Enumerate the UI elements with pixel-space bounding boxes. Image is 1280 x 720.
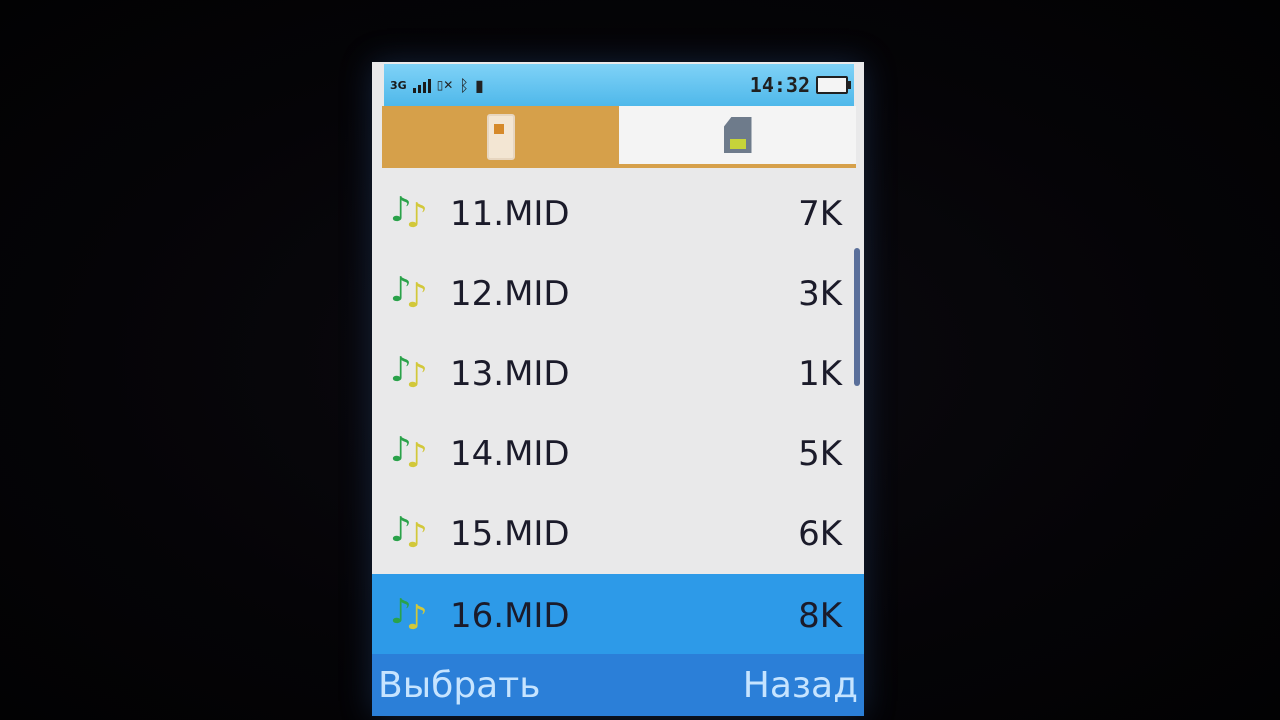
file-name: 13.MID: [450, 354, 570, 394]
file-name: 11.MID: [450, 194, 570, 234]
music-note-icon: ♪ ♪: [390, 510, 428, 556]
tab-memory-card[interactable]: [619, 106, 856, 168]
music-note-icon: ♪ ♪: [390, 350, 428, 396]
music-note-icon: ♪ ♪: [390, 430, 428, 476]
list-item[interactable]: ♪ ♪ 12.MID 3K: [372, 254, 864, 334]
sd-card-icon: [723, 117, 752, 153]
music-note-icon: ♪ ♪: [390, 592, 428, 638]
clock: 14:32: [749, 73, 810, 97]
scrollbar[interactable]: [854, 248, 860, 386]
softkey-bar: Выбрать Назад: [372, 654, 864, 716]
file-size: 8K: [798, 596, 842, 636]
list-item[interactable]: ♪ ♪ 15.MID 6K: [372, 494, 864, 574]
bluetooth-icon: ᛒ: [459, 75, 469, 95]
music-note-icon: ♪ ♪: [390, 190, 428, 236]
phone-screen: 3G ▯✕ ᛒ ▮ 14:32 ♪♪ 11.MID 7K ♪♪ 12.MID: [372, 62, 864, 716]
phone-icon: [486, 114, 515, 160]
list-item[interactable]: ♪ ♪ 13.MID 1K: [372, 334, 864, 414]
back-softkey[interactable]: Назад: [743, 665, 858, 706]
select-softkey[interactable]: Выбрать: [378, 665, 540, 706]
list-item[interactable]: ♪ ♪ 11.MID 7K: [372, 174, 864, 254]
file-size: 6K: [798, 514, 842, 554]
file-name: 16.MID: [450, 596, 570, 636]
status-bar: 3G ▯✕ ᛒ ▮ 14:32: [384, 64, 854, 106]
file-list: ♪ ♪ 11.MID 7K ♪ ♪ 12.MID 3K ♪ ♪ 13.MID 1K ♪…: [372, 174, 864, 658]
file-size: 1K: [798, 354, 842, 394]
tab-phone-memory[interactable]: [382, 106, 619, 168]
file-size: 3K: [798, 274, 842, 314]
music-note-icon: ♪ ♪: [390, 270, 428, 316]
memory-card-icon: ▮: [474, 75, 484, 95]
signal-icon: [412, 77, 431, 93]
no-sim-icon: ▯✕: [436, 78, 454, 92]
storage-tabs: [382, 106, 856, 168]
list-item[interactable]: ♪ ♪ 14.MID 5K: [372, 414, 864, 494]
file-name: 15.MID: [450, 514, 570, 554]
file-name: 14.MID: [450, 434, 570, 474]
file-name: 12.MID: [450, 274, 570, 314]
list-item-selected[interactable]: ♪ ♪ 16.MID 8K: [372, 574, 864, 658]
battery-icon: [816, 76, 851, 94]
network-type: 3G: [390, 78, 407, 92]
file-size: 7K: [798, 194, 842, 234]
file-size: 5K: [798, 434, 842, 474]
